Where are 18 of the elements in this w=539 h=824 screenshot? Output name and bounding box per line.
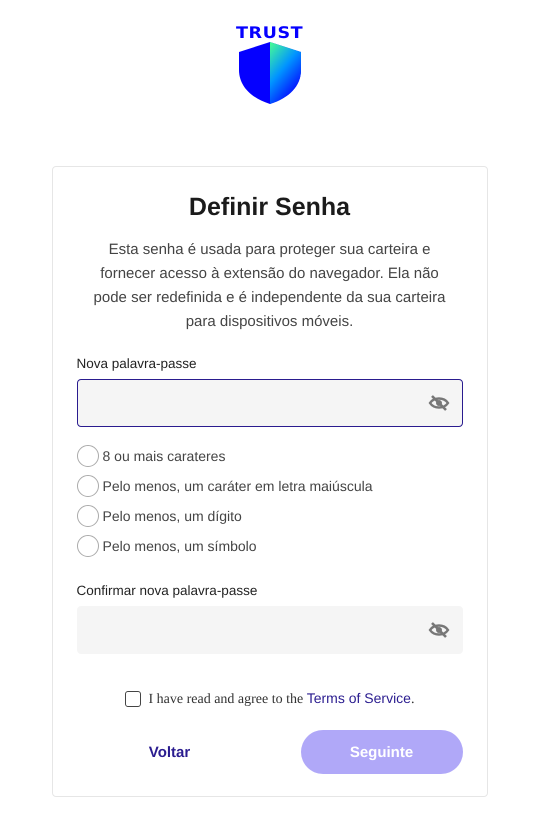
password-field[interactable] — [76, 606, 462, 654]
requirement-text: 8 ou mais carateres — [102, 448, 226, 464]
terms-link[interactable]: Terms of Service — [306, 690, 411, 706]
back-button[interactable]: Voltar — [76, 730, 262, 774]
field-label: Nova palavra-passe — [76, 356, 198, 371]
description-text: Esta senha é usada para proteger sua carteira e fornecer acesso à extensão do navegador. Ela não pode ser redefinida e é independente da sua carteira para dispositivos móveis. — [92, 240, 446, 332]
hidden-eye-icon[interactable] — [428, 394, 450, 412]
agreement-text: I have read and agree to the Terms of Service. — [148, 690, 414, 708]
requirement-text: Pelo menos, um caráter em letra maiúscula — [102, 478, 372, 494]
hidden-eye-icon[interactable] — [428, 621, 450, 639]
logo-wordmark: TRUST — [236, 24, 304, 42]
field-label: Confirmar nova palavra-passe — [76, 583, 258, 598]
requirement-text: Pelo menos, um símbolo — [102, 538, 257, 554]
shield-icon — [238, 42, 300, 104]
password-field[interactable] — [76, 379, 462, 427]
requirement-text: Pelo menos, um dígito — [102, 508, 242, 524]
checkbox[interactable] — [124, 691, 141, 707]
page-title: Definir Senha — [188, 193, 352, 222]
